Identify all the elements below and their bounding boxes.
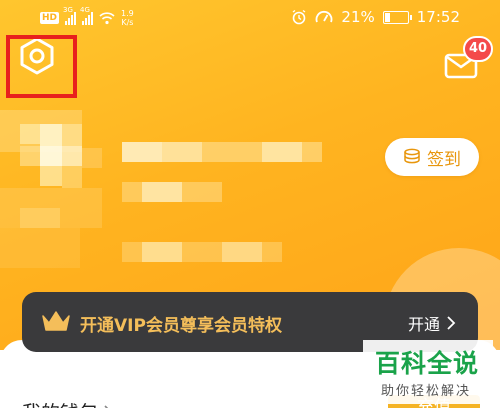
signal-icon-1: 3G	[63, 6, 77, 25]
wifi-icon	[99, 12, 115, 25]
my-wallet-label: 我的钱包	[22, 398, 98, 408]
pixelated-avatar-and-name	[0, 98, 340, 288]
speedometer-icon	[316, 10, 333, 23]
watermark-subtitle: 助你轻松解决	[381, 384, 472, 399]
battery-percent: 21%	[341, 8, 375, 26]
settings-highlight-box	[6, 35, 77, 98]
my-wallet-row[interactable]: 我的钱包	[22, 398, 112, 408]
sign-in-button[interactable]: 签到	[385, 138, 479, 176]
signal-icon-2: 4G	[80, 6, 94, 25]
network-speed: 1.9 K/s	[121, 9, 134, 27]
watermark: 百科全说 助你轻松解决	[363, 340, 493, 404]
alarm-icon	[293, 9, 306, 25]
coin-stack-icon	[404, 148, 420, 164]
crown-icon	[42, 311, 70, 331]
mail-unread-badge: 40	[463, 36, 494, 62]
status-bar: HD 3G 4G 1.9 K/s 21% 17:52	[0, 0, 500, 36]
vip-open-label: 开通	[407, 315, 440, 334]
chevron-right-icon	[104, 404, 109, 408]
sign-in-label: 签到	[427, 149, 461, 170]
battery-icon	[382, 10, 412, 24]
vip-open-link[interactable]: 开通	[408, 311, 456, 335]
watermark-title: 百科全说	[375, 349, 480, 378]
vip-promo-text: 开通VIP会员尊享会员特权	[80, 316, 282, 336]
hd-voice-badge: HD	[40, 12, 60, 24]
chevron-right-icon	[447, 316, 456, 330]
clock: 17:52	[416, 8, 460, 26]
